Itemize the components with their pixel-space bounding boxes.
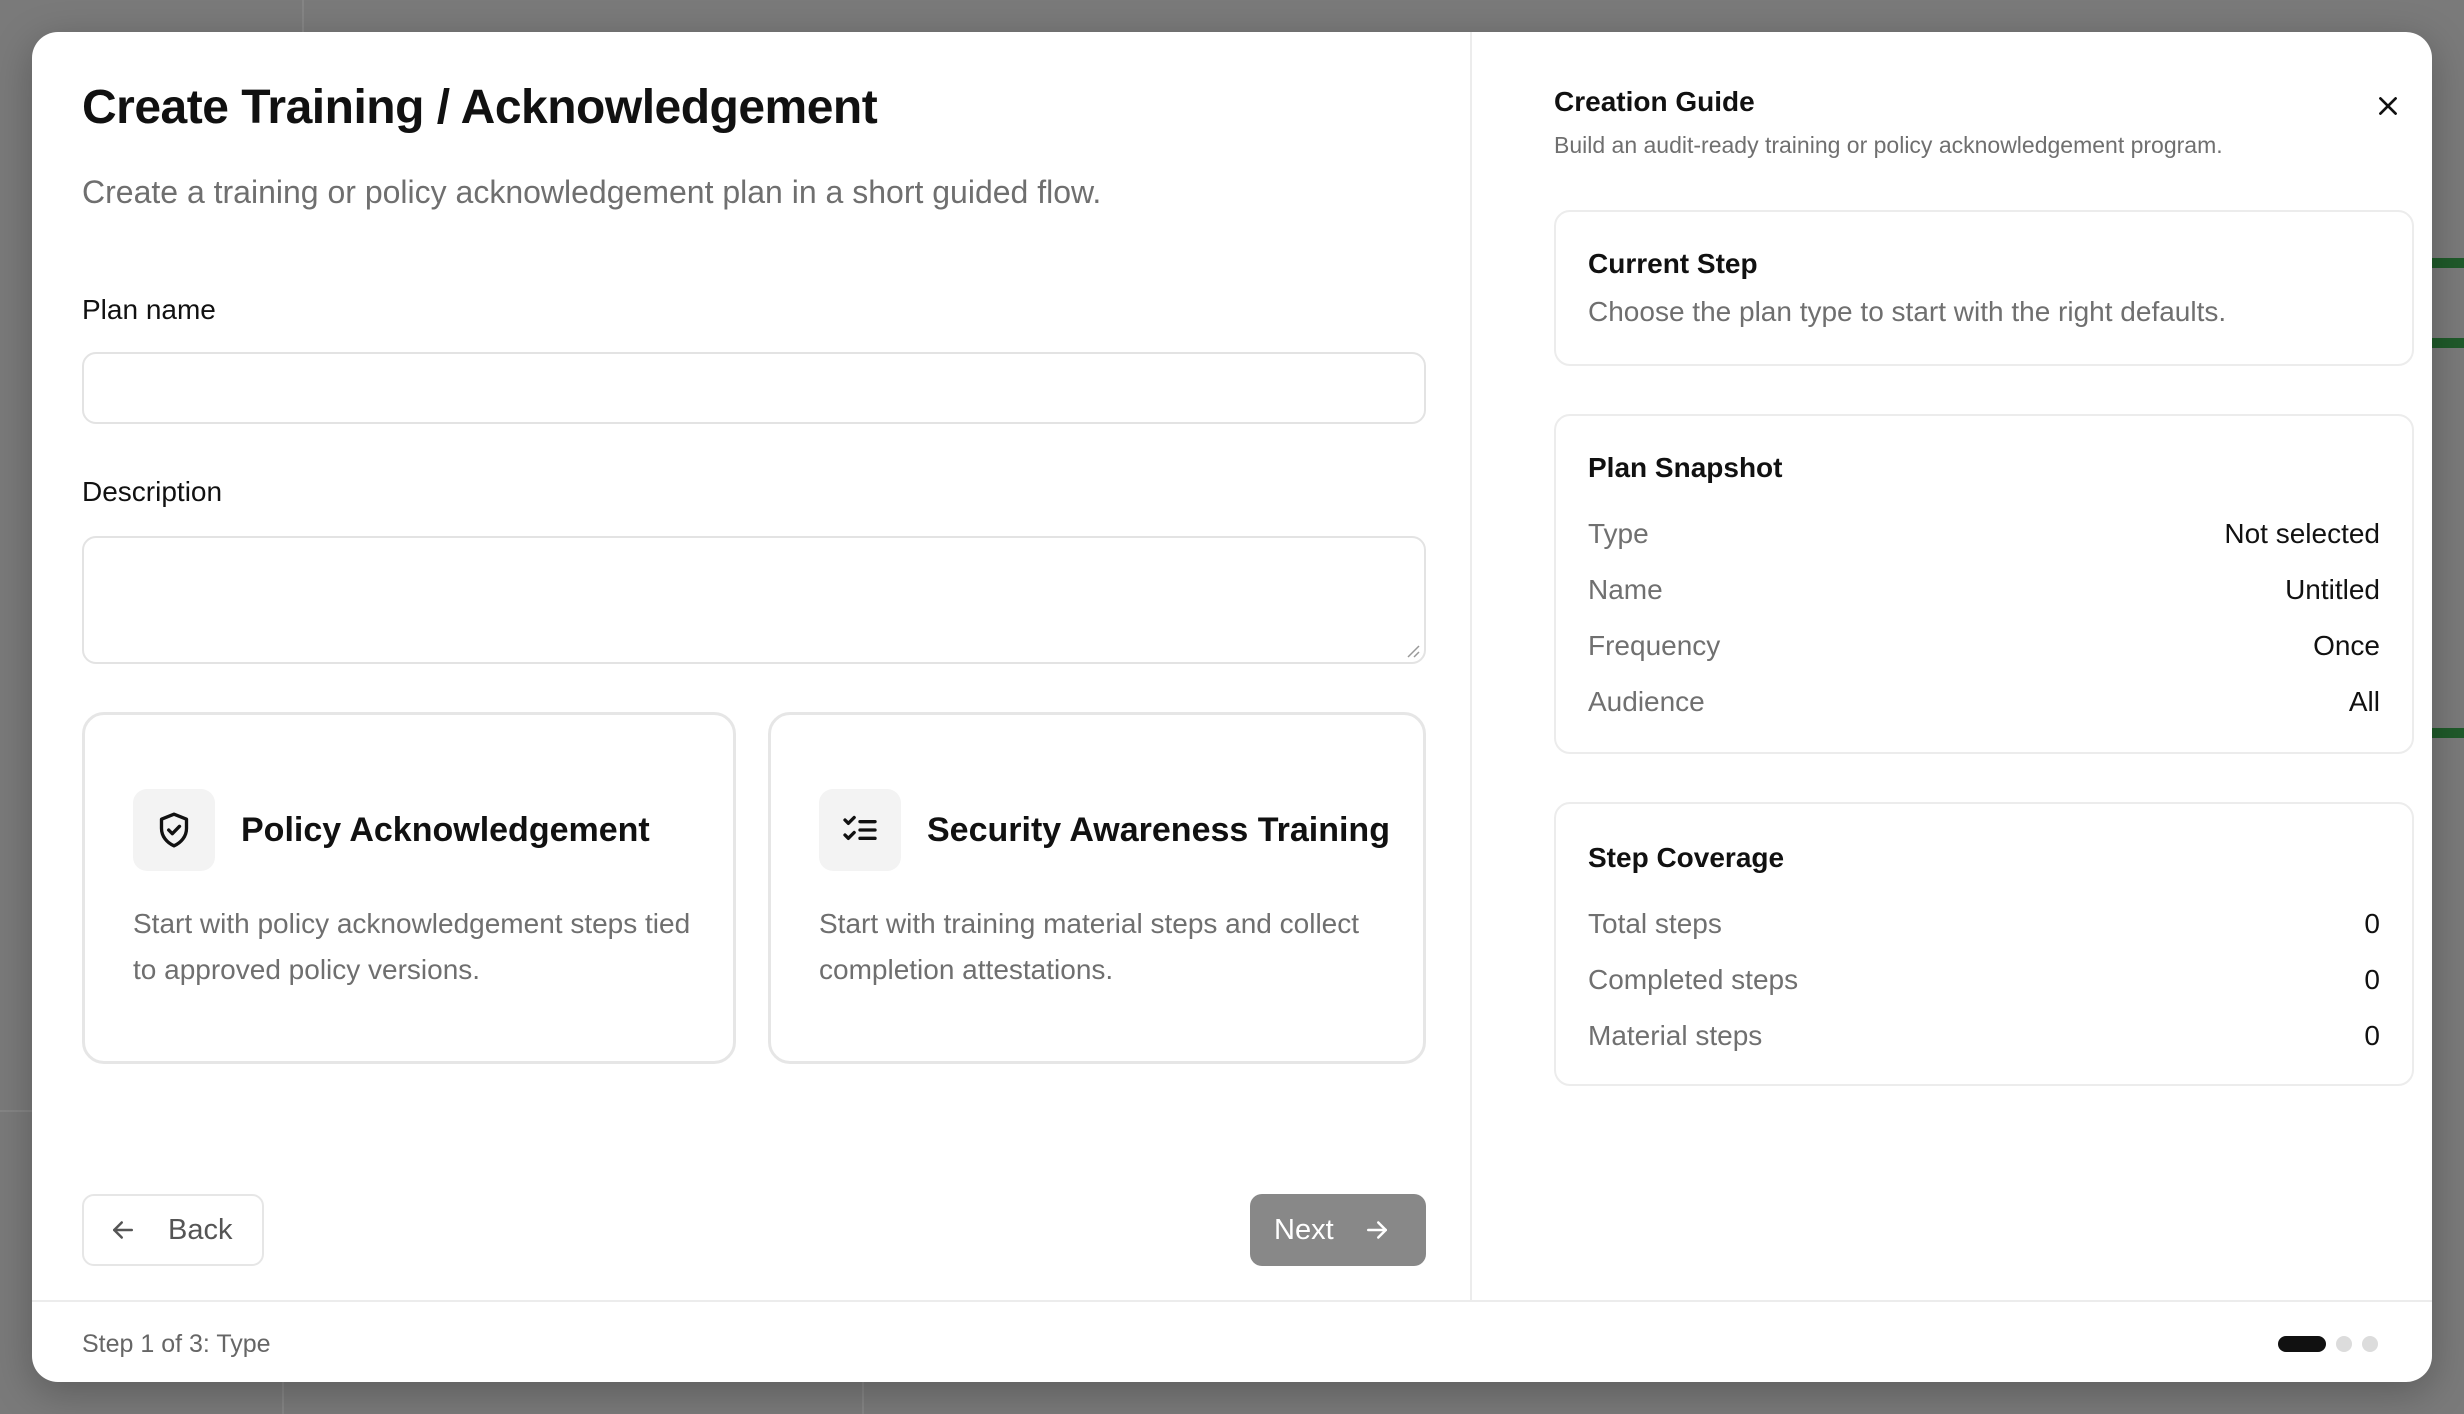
snapshot-key: Audience bbox=[1588, 686, 1705, 717]
step-progress-dots bbox=[2278, 1336, 2378, 1352]
snapshot-row-name: Name Untitled bbox=[1588, 570, 2380, 610]
step-dot-active bbox=[2278, 1336, 2326, 1352]
description-label: Description bbox=[82, 476, 223, 507]
current-step-panel: Current Step Choose the plan type to sta… bbox=[1554, 210, 2414, 366]
next-button-label: Next bbox=[1274, 1213, 1334, 1246]
snapshot-row-audience: Audience All bbox=[1588, 682, 2380, 722]
coverage-row-total: Total steps 0 bbox=[1588, 904, 2380, 944]
coverage-key: Completed steps bbox=[1588, 964, 1799, 995]
snapshot-key: Name bbox=[1588, 574, 1663, 605]
list-checks-icon bbox=[819, 789, 901, 871]
bg-divider bbox=[0, 1110, 32, 1112]
dialog-title: Create Training / Acknowledgement bbox=[82, 81, 878, 134]
snapshot-value: Not selected bbox=[2224, 518, 2380, 549]
dialog-footer: Step 1 of 3: Type bbox=[32, 1300, 2432, 1382]
bg-divider bbox=[862, 1382, 864, 1414]
plan-type-card-policy[interactable]: Policy Acknowledgement Start with policy… bbox=[82, 712, 736, 1064]
coverage-value: 0 bbox=[2364, 1020, 2380, 1051]
current-step-text: Choose the plan type to start with the r… bbox=[1588, 296, 2227, 327]
snapshot-row-frequency: Frequency Once bbox=[1588, 626, 2380, 666]
step-coverage-heading: Step Coverage bbox=[1588, 842, 1785, 873]
create-plan-dialog: Create Training / Acknowledgement Create… bbox=[32, 32, 2432, 1382]
snapshot-value: All bbox=[2348, 686, 2380, 717]
coverage-key: Material steps bbox=[1588, 1020, 1763, 1051]
snapshot-value: Untitled bbox=[2285, 574, 2380, 605]
form-column: Create Training / Acknowledgement Create… bbox=[32, 32, 1472, 1300]
coverage-value: 0 bbox=[2364, 908, 2380, 939]
plan-type-title: Policy Acknowledgement bbox=[241, 811, 650, 849]
plan-type-card-training[interactable]: Security Awareness Training Start with t… bbox=[768, 712, 1426, 1064]
current-step-heading: Current Step bbox=[1588, 248, 1758, 279]
shield-check-icon bbox=[133, 789, 215, 871]
arrow-right-icon bbox=[1366, 1221, 1387, 1239]
plan-type-description: Start with policy acknowledgement steps … bbox=[133, 908, 691, 985]
bg-progress-bar bbox=[2432, 338, 2464, 348]
resize-handle-icon[interactable] bbox=[1404, 642, 1420, 658]
next-button[interactable]: Next bbox=[1250, 1194, 1426, 1266]
snapshot-value: Once bbox=[2313, 630, 2380, 661]
coverage-row-material: Material steps 0 bbox=[1588, 1016, 2380, 1056]
step-coverage-panel: Step Coverage Total steps 0 Completed st… bbox=[1554, 802, 2414, 1086]
close-icon[interactable] bbox=[2370, 88, 2406, 124]
step-dot bbox=[2336, 1336, 2352, 1352]
plan-snapshot-heading: Plan Snapshot bbox=[1588, 452, 1783, 483]
back-button-label: Back bbox=[168, 1213, 233, 1246]
plan-name-input[interactable] bbox=[82, 352, 1426, 424]
back-button[interactable]: Back bbox=[82, 1194, 264, 1266]
plan-name-label: Plan name bbox=[82, 294, 216, 325]
step-indicator-text: Step 1 of 3: Type bbox=[82, 1330, 271, 1358]
guide-title: Creation Guide bbox=[1554, 86, 1755, 117]
step-dot bbox=[2362, 1336, 2378, 1352]
bg-divider bbox=[282, 1382, 284, 1414]
snapshot-key: Type bbox=[1588, 518, 1649, 549]
coverage-key: Total steps bbox=[1588, 908, 1722, 939]
coverage-row-completed: Completed steps 0 bbox=[1588, 960, 2380, 1000]
arrow-left-icon bbox=[113, 1221, 133, 1239]
bg-divider bbox=[302, 0, 304, 32]
plan-type-title: Security Awareness Training bbox=[927, 811, 1390, 849]
description-textarea[interactable] bbox=[82, 536, 1426, 664]
creation-guide-panel: Creation Guide Build an audit-ready trai… bbox=[1474, 32, 2432, 1300]
bg-progress-bar bbox=[2432, 728, 2464, 738]
snapshot-row-type: Type Not selected bbox=[1588, 514, 2380, 554]
bg-progress-bar bbox=[2432, 258, 2464, 268]
coverage-value: 0 bbox=[2364, 964, 2380, 995]
plan-type-description: Start with training material steps and c… bbox=[819, 908, 1360, 985]
dialog-subtitle: Create a training or policy acknowledgem… bbox=[82, 174, 1102, 210]
plan-snapshot-panel: Plan Snapshot Type Not selected Name Unt… bbox=[1554, 414, 2414, 754]
snapshot-key: Frequency bbox=[1588, 630, 1721, 661]
guide-subtitle: Build an audit-ready training or policy … bbox=[1554, 132, 2223, 158]
